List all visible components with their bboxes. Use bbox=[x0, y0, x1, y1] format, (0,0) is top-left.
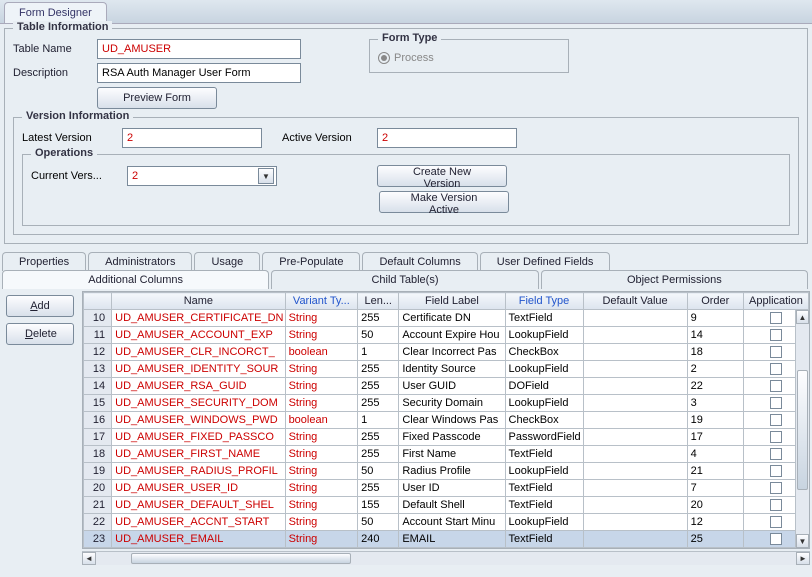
application-checkbox[interactable] bbox=[770, 380, 782, 392]
form-type-legend: Form Type bbox=[378, 32, 441, 44]
latest-version-input[interactable] bbox=[122, 128, 262, 148]
table-row[interactable]: 21UD_AMUSER_DEFAULT_SHELString155Default… bbox=[84, 497, 809, 514]
make-version-active-button[interactable]: Make Version Active bbox=[379, 191, 509, 213]
table-row[interactable]: 10UD_AMUSER_CERTIFICATE_DNString255Certi… bbox=[84, 310, 809, 327]
operations-legend: Operations bbox=[31, 147, 97, 159]
table-row[interactable]: 20UD_AMUSER_USER_IDString255User IDTextF… bbox=[84, 480, 809, 497]
create-new-version-button[interactable]: Create New Version bbox=[377, 165, 507, 187]
application-checkbox[interactable] bbox=[770, 431, 782, 443]
scroll-left-icon[interactable]: ◄ bbox=[82, 552, 96, 565]
application-checkbox[interactable] bbox=[770, 516, 782, 528]
horizontal-scrollbar[interactable]: ◄ ► bbox=[82, 551, 810, 565]
column-header[interactable]: Name bbox=[112, 293, 285, 310]
table-name-label: Table Name bbox=[13, 43, 97, 55]
application-checkbox[interactable] bbox=[770, 533, 782, 545]
column-header[interactable]: Default Value bbox=[583, 293, 687, 310]
process-radio-label: Process bbox=[394, 52, 434, 64]
current-version-select[interactable]: 2 ▼ bbox=[127, 166, 277, 186]
tab-properties[interactable]: Properties bbox=[2, 252, 86, 271]
tab-child-table(s)[interactable]: Child Table(s) bbox=[271, 270, 538, 289]
tab-default-columns[interactable]: Default Columns bbox=[362, 252, 477, 271]
application-checkbox[interactable] bbox=[770, 482, 782, 494]
application-checkbox[interactable] bbox=[770, 414, 782, 426]
tab-user-defined-fields[interactable]: User Defined Fields bbox=[480, 252, 611, 271]
delete-button[interactable]: Delete bbox=[6, 323, 74, 345]
application-checkbox[interactable] bbox=[770, 329, 782, 341]
table-row[interactable]: 12UD_AMUSER_CLR_INCORCT_boolean1Clear In… bbox=[84, 344, 809, 361]
hscroll-thumb[interactable] bbox=[131, 553, 351, 564]
process-radio bbox=[378, 52, 390, 64]
tab-usage[interactable]: Usage bbox=[194, 252, 260, 271]
column-header[interactable]: Field Type bbox=[505, 293, 583, 310]
table-row[interactable]: 13UD_AMUSER_IDENTITY_SOURString255Identi… bbox=[84, 361, 809, 378]
application-checkbox[interactable] bbox=[770, 312, 782, 324]
application-checkbox[interactable] bbox=[770, 499, 782, 511]
table-row[interactable]: 16UD_AMUSER_WINDOWS_PWDboolean1Clear Win… bbox=[84, 412, 809, 429]
current-version-label: Current Vers... bbox=[31, 170, 127, 182]
table-row[interactable]: 17UD_AMUSER_FIXED_PASSCOString255Fixed P… bbox=[84, 429, 809, 446]
tab-form-designer[interactable]: Form Designer bbox=[4, 2, 107, 23]
table-row[interactable]: 11UD_AMUSER_ACCOUNT_EXPString50Account E… bbox=[84, 327, 809, 344]
description-label: Description bbox=[13, 67, 97, 79]
scroll-thumb[interactable] bbox=[797, 370, 808, 490]
tab-administrators[interactable]: Administrators bbox=[88, 252, 192, 271]
column-header[interactable]: Len... bbox=[358, 293, 399, 310]
vertical-scrollbar[interactable]: ▲ ▼ bbox=[795, 310, 809, 548]
application-checkbox[interactable] bbox=[770, 465, 782, 477]
application-checkbox[interactable] bbox=[770, 448, 782, 460]
column-header[interactable]: Variant Ty... bbox=[285, 293, 358, 310]
table-row[interactable]: 23UD_AMUSER_EMAILString240EMAILTextField… bbox=[84, 531, 809, 548]
add-button[interactable]: Add bbox=[6, 295, 74, 317]
table-row[interactable]: 19UD_AMUSER_RADIUS_PROFILString50Radius … bbox=[84, 463, 809, 480]
column-header[interactable] bbox=[84, 293, 112, 310]
scroll-up-icon[interactable]: ▲ bbox=[796, 310, 809, 324]
active-version-input[interactable] bbox=[377, 128, 517, 148]
table-name-input[interactable] bbox=[97, 39, 301, 59]
table-row[interactable]: 22UD_AMUSER_ACCNT_STARTString50Account S… bbox=[84, 514, 809, 531]
table-row[interactable]: 14UD_AMUSER_RSA_GUIDString255User GUIDDO… bbox=[84, 378, 809, 395]
column-header[interactable]: Order bbox=[687, 293, 743, 310]
scroll-down-icon[interactable]: ▼ bbox=[796, 534, 809, 548]
scroll-right-icon[interactable]: ► bbox=[796, 552, 810, 565]
application-checkbox[interactable] bbox=[770, 346, 782, 358]
chevron-down-icon: ▼ bbox=[258, 168, 274, 184]
preview-form-button[interactable]: Preview Form bbox=[97, 87, 217, 109]
column-header[interactable]: Field Label bbox=[399, 293, 505, 310]
tab-additional-columns[interactable]: Additional Columns bbox=[2, 270, 269, 289]
table-info-legend: Table Information bbox=[13, 21, 112, 33]
column-header[interactable]: Application bbox=[743, 293, 808, 310]
latest-version-label: Latest Version bbox=[22, 132, 122, 144]
description-input[interactable] bbox=[97, 63, 301, 83]
table-row[interactable]: 18UD_AMUSER_FIRST_NAMEString255First Nam… bbox=[84, 446, 809, 463]
application-checkbox[interactable] bbox=[770, 397, 782, 409]
application-checkbox[interactable] bbox=[770, 363, 782, 375]
tab-object-permissions[interactable]: Object Permissions bbox=[541, 270, 808, 289]
active-version-label: Active Version bbox=[282, 132, 377, 144]
table-row[interactable]: 15UD_AMUSER_SECURITY_DOMString255Securit… bbox=[84, 395, 809, 412]
version-info-legend: Version Information bbox=[22, 110, 133, 122]
tab-pre-populate[interactable]: Pre-Populate bbox=[262, 252, 360, 271]
